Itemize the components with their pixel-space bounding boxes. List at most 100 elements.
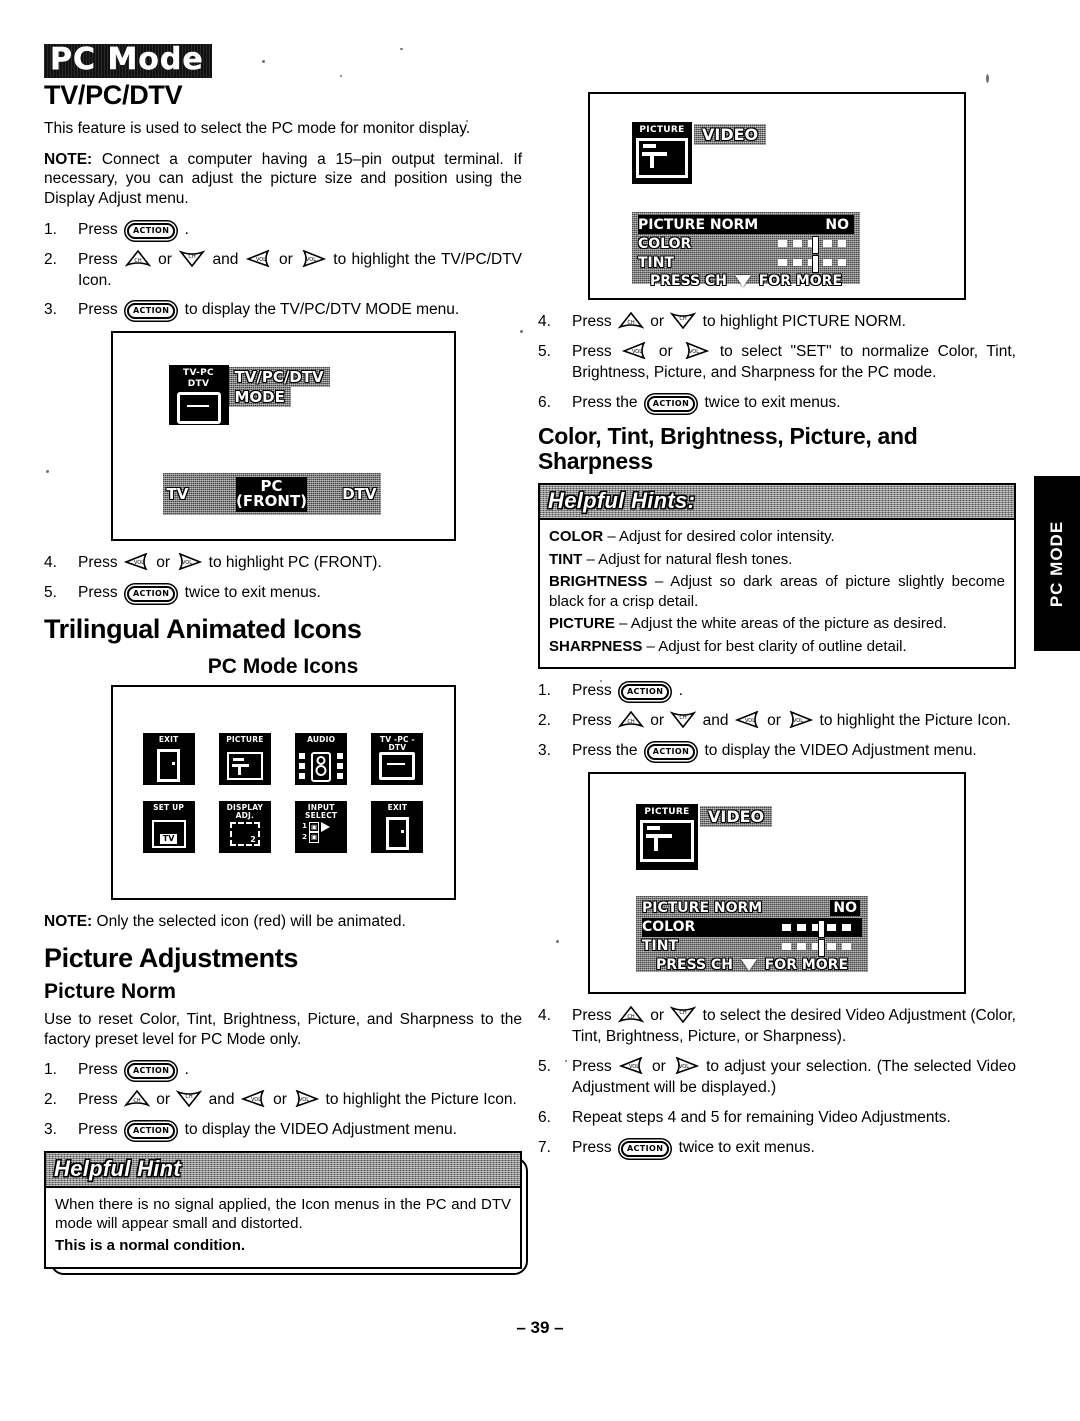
svg-text:VOL: VOL: [251, 1097, 261, 1103]
osd-bar-option-tv: TV: [163, 485, 236, 503]
svg-text:CH: CH: [680, 316, 687, 322]
steps-group-f: 4. Press CH or CH to select the desired …: [538, 1005, 1016, 1159]
action-key-icon: ACTION: [620, 1140, 670, 1157]
side-tab-pc-mode: PC MODE: [1034, 476, 1080, 651]
step-item: 4. Press CH or CH to highlight PICTURE N…: [538, 312, 1016, 333]
ch-up-arrow-icon: CH: [123, 1090, 150, 1107]
heading-color-tint-brightness: Color, Tint, Brightness, Picture, and Sh…: [538, 422, 918, 475]
pc-mode-icons-box: EXIT PICTURE AUDIO TV -PC - DTV SET UP T…: [110, 685, 456, 901]
menu-icon-exit-2: EXIT: [371, 800, 424, 853]
step-text: Press the ACTION twice to exit menus.: [572, 393, 1016, 414]
heading-trilingual-animated-icons: Trilingual Animated Icons: [44, 614, 362, 645]
menu-icon-tv-pc-dtv: TV -PC - DTV: [371, 732, 424, 785]
ch-down-arrow-icon: CH: [179, 250, 206, 267]
scan-speckle: [262, 60, 265, 63]
step-text: Press VOL or VOL to adjust your selectio…: [572, 1056, 1016, 1099]
hint-term: TINT: [549, 550, 583, 568]
hint-desc: – Adjust for natural flesh tones.: [582, 550, 793, 568]
heading-picture-norm: Picture Norm: [44, 979, 176, 1003]
page-banner-title: PC Mode: [44, 44, 212, 78]
svg-text:CH: CH: [627, 1014, 634, 1020]
step-text-pre: Press: [78, 554, 122, 572]
svg-text:VOL: VOL: [629, 1064, 639, 1070]
step-item: 1. Press ACTION .: [44, 220, 522, 241]
step-text: Press CH or CH and VOL or VOL to highlig…: [572, 711, 1016, 732]
steps-group-e: 1. Press ACTION . 2. Press CH or CH and …: [538, 681, 1016, 762]
svg-text:VOL: VOL: [256, 257, 266, 263]
osd-slider-tint: [778, 255, 846, 273]
step-text-pre: Press: [572, 313, 616, 330]
right-column: PICTURE VIDEO PICTURE NORM NO COLOR TINT…: [538, 86, 1016, 1168]
tv-screen-glyph-icon: [176, 392, 221, 425]
step-number: 4.: [538, 1006, 551, 1024]
osd-icon-caption: PICTURE: [639, 125, 685, 135]
input-select-plug-icon: 1 ▣ 2 ▣: [295, 819, 347, 849]
svg-text:VOL: VOL: [679, 1064, 689, 1070]
menu-icon-display-adj: DISPLAY ADJ.: [218, 800, 271, 853]
step-text: Press the ACTION to display the VIDEO Ad…: [572, 741, 1016, 762]
osd-row-value: NO: [822, 216, 852, 233]
step-number: 1.: [44, 1061, 57, 1079]
step-number: 4.: [538, 313, 551, 330]
vol-right-arrow-icon: VOL: [673, 1056, 699, 1074]
osd-menu-title-video: VIDEO: [700, 806, 772, 827]
hint-desc: – Adjust for desired color intensity.: [603, 528, 835, 546]
osd-footer-hint: PRESS CH FOR MORE: [642, 957, 862, 973]
step-text-pre: Press: [78, 584, 122, 602]
menu-icon-caption: SET UP: [153, 802, 185, 812]
svg-text:VOL: VOL: [745, 718, 755, 724]
menu-icon-set-up: SET UP TV: [142, 800, 195, 853]
side-tab-label: PC MODE: [1047, 520, 1066, 607]
step-item: 5. Press VOL or VOL to select "SET" to n…: [538, 341, 1016, 384]
osd-row-picture-norm: PICTURE NORM NO: [638, 215, 854, 234]
osd-icon-caption-line2: DTV: [187, 378, 210, 389]
osd-icon-tvpcdtv: TV-PC DTV: [168, 365, 229, 426]
osd-bar-option-tv-label: TV: [166, 485, 189, 504]
setup-tv-label: TV: [159, 833, 178, 844]
vol-right-arrow-icon: VOL: [787, 711, 814, 729]
osd-row-tint: TINT: [642, 937, 862, 957]
step-text: Repeat steps 4 and 5 for remaining Video…: [572, 1108, 951, 1126]
step-text-pre: Press: [78, 301, 122, 319]
menu-icon-picture: PICTURE: [218, 732, 271, 785]
menu-icon-input-select: INPUT SELECT 1 ▣ 2 ▣: [295, 800, 348, 853]
hint-term: BRIGHTNESS: [549, 573, 648, 591]
step-text: Press ACTION to display the VIDEO Adjust…: [78, 1120, 522, 1141]
conjunction-or: or: [645, 313, 669, 330]
hint-line: When there is no signal applied, the Ico…: [55, 1196, 511, 1233]
step-text-post: .: [180, 220, 189, 238]
svg-text:VOL: VOL: [182, 560, 192, 566]
step-text-post: to highlight the Picture Icon.: [815, 712, 1011, 730]
step-text: Press ACTION twice to exit menus.: [78, 583, 522, 604]
hint-item: PICTURE – Adjust the white areas of the …: [549, 614, 1005, 634]
ch-down-arrow-icon: CH: [670, 312, 697, 329]
scan-speckle: [46, 470, 49, 473]
action-key-icon: ACTION: [126, 1123, 176, 1140]
ch-up-arrow-icon: CH: [617, 312, 644, 329]
osd-row-label: PICTURE NORM: [638, 216, 759, 233]
step-item: 2. Press CH or CH and VOL or VOL to high…: [538, 711, 1016, 732]
hint-item: BRIGHTNESS – Adjust so dark areas of pic…: [549, 572, 1005, 611]
step-number: 1.: [44, 220, 57, 238]
vol-left-arrow-icon: VOL: [245, 249, 272, 267]
step-text-post: twice to exit menus.: [674, 1138, 815, 1156]
svg-text:VOL: VOL: [793, 718, 803, 724]
left-column: PC Mode TV/PC/DTV This feature is used t…: [44, 44, 528, 1275]
osd-bar-option-front-label: (FRONT): [235, 492, 308, 511]
input-select-number-1: 1: [302, 822, 307, 831]
osd-icon-picture: PICTURE: [636, 803, 698, 870]
menu-icon-exit: EXIT: [142, 732, 195, 785]
step-number: 4.: [44, 554, 57, 572]
step-item: 5. Press ACTION twice to exit menus.: [44, 583, 522, 604]
exit-door-icon: [371, 817, 423, 851]
osd-row-label: COLOR: [642, 919, 696, 936]
osd-row-color: COLOR: [638, 234, 854, 254]
step-item: 3. Press ACTION to display the TV/PC/DTV…: [44, 300, 522, 321]
step-text: Press CH or CH to select the desired Vid…: [572, 1005, 1016, 1048]
ch-down-arrow-icon: CH: [176, 1090, 203, 1108]
action-key-icon: ACTION: [646, 744, 696, 761]
osd-footer-pre: PRESS CH: [649, 273, 732, 289]
step-text-post: to display the VIDEO Adjustment menu.: [180, 1121, 457, 1139]
osd-slider-tint: [782, 938, 854, 957]
vol-right-arrow-icon: VOL: [683, 341, 710, 359]
